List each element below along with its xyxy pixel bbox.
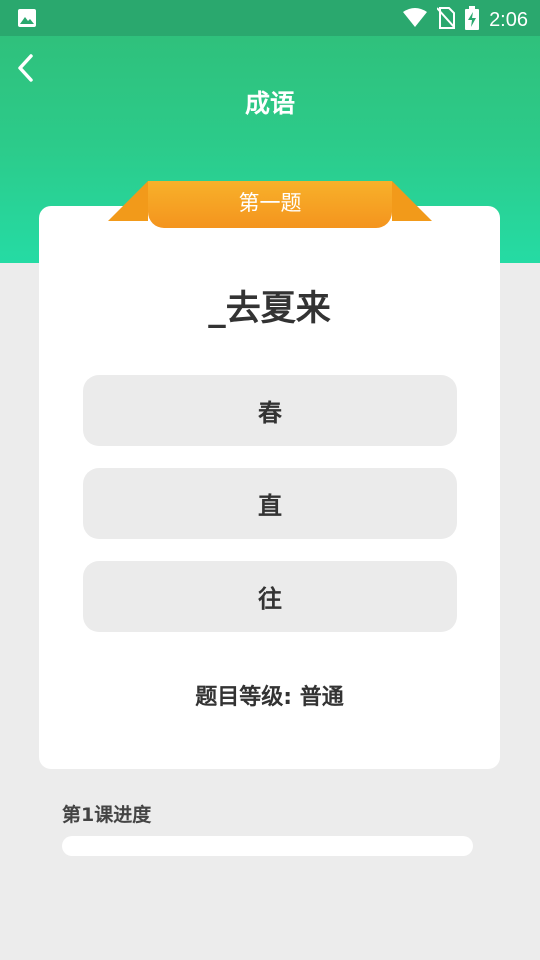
chevron-left-icon <box>16 53 36 87</box>
answer-option-1[interactable]: 春 <box>83 375 457 446</box>
question-number-label: 第一题 <box>148 181 392 228</box>
idiom-question: _去夏来 <box>208 289 331 329</box>
answer-option-label: 往 <box>258 585 282 613</box>
lesson-progress-bar <box>62 836 473 856</box>
lesson-progress-label: 第1课进度 <box>62 804 152 826</box>
wifi-icon <box>403 8 428 32</box>
status-time: 2:06 <box>489 8 528 31</box>
question-ribbon: 第一题 <box>108 181 432 229</box>
question-level: 题目等级: 普通 <box>195 685 344 710</box>
answer-option-3[interactable]: 往 <box>83 561 457 632</box>
answer-option-label: 直 <box>258 492 282 520</box>
page-title: 成语 <box>244 89 295 118</box>
no-sim-icon <box>436 7 456 33</box>
image-icon <box>17 8 37 28</box>
status-bar: 2:06 <box>0 0 540 36</box>
answer-option-label: 春 <box>258 399 282 427</box>
battery-charging-icon <box>465 6 480 34</box>
answer-option-2[interactable]: 直 <box>83 468 457 539</box>
back-button[interactable] <box>12 52 40 88</box>
